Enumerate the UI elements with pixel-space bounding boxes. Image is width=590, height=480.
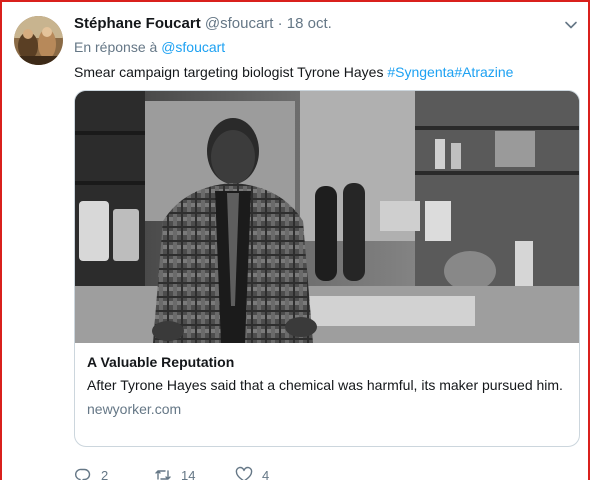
retweet-button[interactable]: 14 — [154, 466, 235, 480]
tweet-container: Stéphane Foucart @sfoucart · 18 oct. En … — [0, 0, 590, 480]
tweet-body: Smear campaign targeting biologist Tyron… — [74, 64, 384, 80]
like-button[interactable]: 4 — [235, 466, 269, 480]
chevron-down-icon[interactable] — [563, 17, 579, 33]
like-count: 4 — [262, 467, 270, 480]
card-title[interactable]: A Valuable Reputation — [87, 353, 567, 372]
link-card[interactable]: A Valuable Reputation After Tyrone Hayes… — [74, 90, 580, 447]
tweet-header: Stéphane Foucart @sfoucart · 18 oct. — [74, 14, 332, 34]
reply-to-link[interactable]: @sfoucart — [161, 39, 225, 55]
hashtag-syngenta[interactable]: #Syngenta — [387, 64, 454, 80]
reply-button[interactable]: 2 — [74, 466, 154, 480]
tweet-text: Smear campaign targeting biologist Tyron… — [74, 62, 513, 82]
like-icon — [235, 466, 253, 480]
action-bar: 2 14 4 — [74, 464, 269, 480]
card-photo — [75, 91, 579, 343]
header-separator: · — [277, 15, 283, 32]
card-description: After Tyrone Hayes said that a chemical … — [87, 377, 563, 393]
author-name[interactable]: Stéphane Foucart — [74, 15, 201, 32]
author-handle[interactable]: @sfoucart — [205, 15, 274, 32]
retweet-count: 14 — [181, 467, 196, 480]
retweet-icon — [155, 470, 171, 480]
tweet-date[interactable]: 18 oct. — [287, 15, 332, 32]
card-domain: newyorker.com — [87, 401, 182, 417]
hashtag-atrazine[interactable]: #Atrazine — [454, 64, 513, 80]
card-body: A Valuable Reputation After Tyrone Hayes… — [75, 343, 579, 429]
reply-count: 2 — [101, 467, 109, 480]
reply-prefix: En réponse à — [74, 39, 158, 55]
reply-context: En réponse à @sfoucart — [74, 38, 225, 56]
reply-icon — [75, 468, 91, 480]
avatar[interactable] — [14, 16, 63, 65]
